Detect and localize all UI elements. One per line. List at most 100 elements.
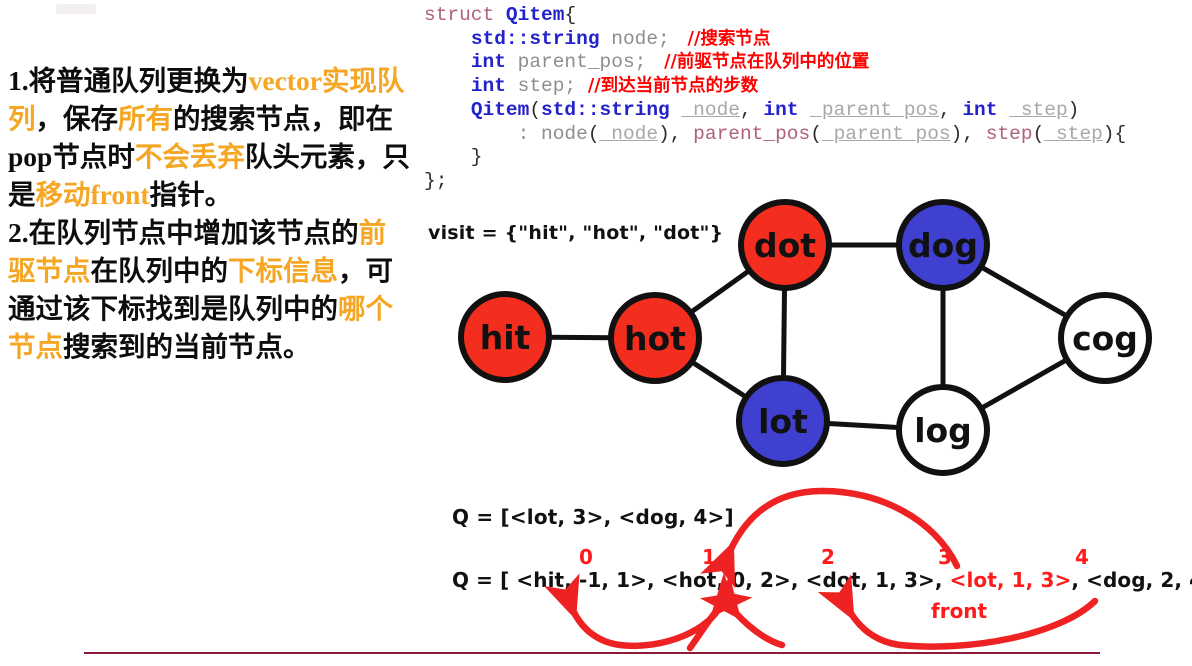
slide-canvas: 1.将普通队列更换为vector实现队列，保存所有的搜索节点，即在pop节点时不… [0, 0, 1192, 666]
code-token-punc: { [564, 4, 577, 26]
code-token-arg: _step [1044, 122, 1103, 145]
node-label-dog: dog [908, 226, 978, 265]
code-token-comment: //搜索节点 [681, 28, 771, 49]
node-label-hot: hot [624, 319, 686, 358]
queue-line2-prefix: Q = [ <hit, -1, 1>, <hot, 0, 2>, <dot, 1… [452, 568, 950, 592]
plain-phrase: 1.将普通队列更换为 [8, 65, 249, 96]
explanation-item-2: 2.在队列节点中增加该节点的前驱节点在队列中的下标信息，可通过该下标找到是队列中… [8, 214, 412, 366]
explanation-text: 1.将普通队列更换为vector实现队列，保存所有的搜索节点，即在pop节点时不… [8, 62, 412, 366]
queue-detailed-line: Q = [ <hit, -1, 1>, <hot, 0, 2>, <dot, 1… [452, 568, 1192, 592]
queue-index-2: 2 [821, 545, 835, 569]
code-token-plain: step; [505, 75, 588, 98]
code-token-punc: ( [587, 122, 600, 145]
code-token-member: parent_pos [693, 122, 811, 145]
code-token-punc: ){ [1102, 122, 1127, 145]
highlighted-phrase: 不会丢弃 [134, 141, 245, 172]
graph-edge-dot-lot [780, 283, 788, 383]
code-line: std::string node; //搜索节点 [424, 28, 1192, 52]
word-ladder-graph: hit hot dot dog lot log cog [424, 186, 1192, 486]
node-label-log: log [914, 411, 972, 450]
graph-node-dog[interactable]: dog [896, 199, 990, 291]
graph-edge-lot-log [821, 420, 905, 431]
queue-simple-line: Q = [<lot, 3>, <dog, 4>] [452, 505, 734, 529]
code-token-punc [424, 28, 471, 50]
code-token-punc: , [938, 98, 963, 121]
code-token-kw: Qitem [505, 4, 565, 26]
code-token-member: step [985, 122, 1033, 145]
graph-edge-hot-lot [686, 357, 752, 402]
arrow-lot-to-hot [686, 572, 753, 652]
queue-index-1: 1 [702, 545, 716, 569]
code-token-punc [424, 75, 471, 97]
queue-line2-front-item: <lot, 1, 3> [949, 568, 1072, 592]
highlighted-phrase: 所有 [118, 103, 173, 134]
graph-edge-dog-cog [976, 262, 1072, 321]
code-token-punc: , [739, 98, 764, 121]
bottom-divider [84, 652, 1100, 654]
arrow-hot-to-hit [543, 573, 727, 650]
code-token-punc: ( [810, 122, 822, 145]
code-token-arg: _parent_pos [810, 98, 939, 121]
code-token-arg: _parent_pos [821, 122, 951, 145]
graph-edge-hot-dot [685, 266, 755, 317]
code-token-type: int [470, 75, 506, 98]
code-token-comment: //前驱节点在队列中的位置 [658, 52, 870, 73]
code-line: struct Qitem{ [424, 4, 1192, 28]
code-token-punc [424, 99, 471, 121]
code-token-type: std::string [470, 27, 600, 50]
graph-node-dot[interactable]: dot [738, 199, 832, 291]
code-token-struct: struct [424, 4, 506, 26]
code-token-arg: _node [681, 98, 740, 121]
code-line: Qitem(std::string _node, int _parent_pos… [424, 99, 1192, 123]
explanation-item-1: 1.将普通队列更换为vector实现队列，保存所有的搜索节点，即在pop节点时不… [8, 62, 412, 214]
code-token-arg: _node [599, 122, 659, 145]
graph-node-lot[interactable]: lot [736, 375, 830, 467]
code-line: int parent_pos; //前驱节点在队列中的位置 [424, 51, 1192, 75]
code-token-punc: ), [950, 122, 986, 145]
graph-node-log[interactable]: log [896, 384, 990, 476]
queue-line2-suffix: , <dog, 2, 4>] [1071, 568, 1192, 592]
plain-phrase: ，保存 [35, 103, 119, 134]
plain-phrase: 在队列中的 [90, 255, 229, 286]
node-label-cog: cog [1072, 319, 1138, 358]
code-token-comment: //到达当前节点的步数 [587, 76, 759, 97]
queue-index-3: 3 [938, 545, 952, 569]
front-pointer-label: front [931, 599, 988, 623]
code-token-punc: ) [1067, 98, 1080, 121]
highlighted-phrase: 下标信息 [228, 255, 338, 286]
code-token-type: std::string [541, 98, 670, 121]
code-line: : node(_node), parent_pos(_parent_pos), … [424, 123, 1192, 147]
graph-node-hit[interactable]: hit [458, 291, 552, 383]
plain-phrase: 指针。 [149, 179, 233, 210]
code-token-punc: ( [529, 98, 542, 121]
node-label-hit: hit [480, 318, 531, 357]
graph-edge-log-cog [976, 355, 1072, 413]
node-label-dot: dot [754, 226, 816, 265]
code-token-type: int [962, 98, 998, 121]
plain-phrase: 搜索到的当前节点。 [63, 331, 311, 362]
code-token-punc: } [424, 146, 483, 169]
code-snippet: struct Qitem{ std::string node; //搜索节点 i… [424, 4, 1192, 194]
highlighted-phrase: 移动front [35, 179, 150, 210]
code-token-kw: Qitem [470, 98, 530, 121]
code-token-plain: parent_pos; [505, 51, 659, 74]
node-label-lot: lot [758, 402, 808, 441]
plain-phrase: 2.在队列节点中增加该节点的 [8, 217, 359, 248]
code-token-arg: _step [1009, 98, 1068, 121]
code-token-plain: node; [599, 27, 682, 50]
code-token-type: int [470, 51, 506, 74]
queue-index-0: 0 [579, 545, 593, 569]
top-artifact [56, 4, 96, 14]
graph-svg: hit hot dot dog lot log cog [458, 199, 1152, 476]
code-token-type: int [763, 98, 799, 121]
graph-node-hot[interactable]: hot [608, 292, 702, 384]
code-token-plain: : [424, 122, 542, 145]
code-line: int step; //到达当前节点的步数 [424, 75, 1192, 99]
graph-node-cog[interactable]: cog [1058, 292, 1152, 384]
arrow-dot-to-hot [699, 574, 786, 649]
code-token-punc [424, 51, 471, 73]
code-token-punc: ( [1032, 122, 1045, 145]
